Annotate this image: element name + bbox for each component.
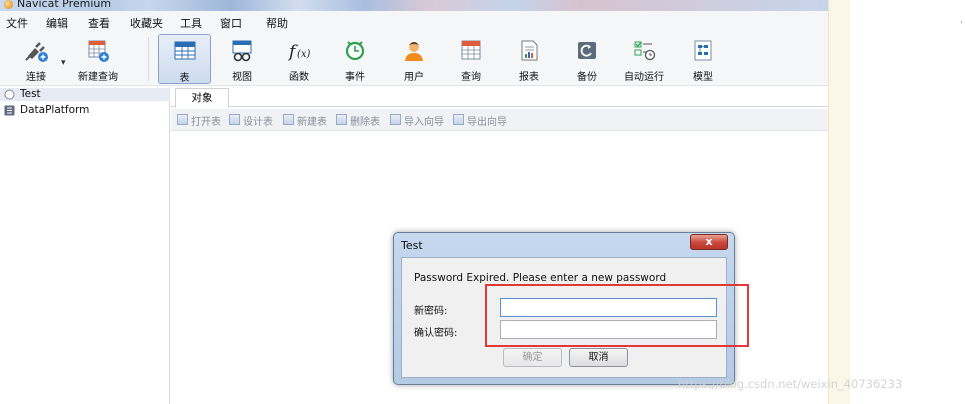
toolbar-query-button[interactable]: 查询 [447, 34, 495, 84]
navicat-logo-icon [4, 0, 13, 9]
menu-window[interactable]: 窗口 [220, 15, 242, 31]
ok-button[interactable]: 确定 [503, 348, 562, 367]
toolbar-table-button[interactable]: 表 [158, 34, 211, 84]
database-icon [4, 105, 15, 116]
import-wizard-icon [390, 114, 401, 125]
delete-table-label: 删除表 [350, 117, 380, 128]
toolbar-new-query-button[interactable]: 新建查询 [74, 34, 122, 84]
tree-item-label: DataPlatform [20, 104, 90, 116]
dialog-title: Test [401, 239, 423, 252]
toolbar-schedule-button[interactable]: 自动运行 [620, 34, 668, 84]
background-area [850, 0, 965, 404]
toolbar-connect-label: 连接 [26, 72, 46, 83]
menu-file[interactable]: 文件 [6, 15, 28, 31]
toolbar-model-label: 模型 [693, 72, 713, 83]
model-icon [694, 40, 712, 61]
password-expired-dialog: Test x Password Expired. Please enter a … [393, 232, 735, 385]
plug-icon [25, 42, 48, 62]
query-icon [461, 40, 481, 60]
toolbar-function-button[interactable]: f (x) 函数 [275, 34, 323, 84]
new-table-label: 新建表 [297, 117, 327, 128]
toolbar-schedule-label: 自动运行 [624, 72, 664, 83]
background-strip [828, 0, 850, 404]
toolbar-backup-button[interactable]: 备份 [563, 34, 611, 84]
tree-item-test[interactable]: Test [0, 88, 170, 101]
toolbar-event-button[interactable]: 事件 [331, 34, 379, 84]
connection-icon [4, 89, 15, 100]
toolbar-user-label: 用户 [404, 72, 424, 83]
cancel-button[interactable]: 取消 [569, 348, 628, 367]
new-password-input[interactable] [500, 298, 717, 317]
connection-tree: Test DataPlatform [0, 87, 170, 404]
schedule-icon [634, 41, 656, 61]
dialog-body: Password Expired. Please enter a new pas… [401, 257, 727, 378]
confirm-password-label: 确认密码: [414, 328, 458, 339]
open-table-label: 打开表 [191, 117, 221, 128]
toolbar-user-button[interactable]: 用户 [390, 34, 438, 84]
design-table-icon [229, 114, 240, 125]
new-query-icon [88, 40, 109, 62]
menu-bar: 文件 编辑 查看 收藏夹 工具 窗口 帮助 [0, 11, 828, 31]
tree-item-dataplatform[interactable]: DataPlatform [0, 104, 170, 117]
menu-view[interactable]: 查看 [88, 15, 110, 31]
object-action-bar: 打开表 设计表 新建表 删除表 导入向导 导出向导 [171, 109, 828, 131]
menu-edit[interactable]: 编辑 [46, 15, 68, 31]
report-icon [521, 40, 538, 61]
user-icon [405, 42, 423, 61]
toolbar-event-label: 事件 [345, 72, 365, 83]
export-wizard-label: 导出向导 [467, 117, 507, 128]
toolbar-backup-label: 备份 [577, 72, 597, 83]
toolbar-separator [148, 37, 149, 81]
menu-help[interactable]: 帮助 [266, 15, 288, 31]
new-table-icon [283, 114, 294, 125]
open-table-icon [177, 114, 188, 125]
toolbar-table-label: 表 [179, 73, 190, 84]
import-wizard-label: 导入向导 [404, 117, 444, 128]
toolbar-view-button[interactable]: 视图 [218, 34, 266, 84]
toolbar-new-query-label: 新建查询 [78, 72, 118, 83]
toolbar-view-label: 视图 [232, 72, 252, 83]
clock-icon [345, 41, 365, 61]
design-table-label: 设计表 [243, 117, 273, 128]
toolbar-connect-button[interactable]: 连接 [12, 34, 60, 84]
tab-objects[interactable]: 对象 [175, 88, 229, 108]
toolbar-report-button[interactable]: 报表 [505, 34, 553, 84]
dialog-close-button[interactable]: x [690, 234, 728, 250]
new-password-label: 新密码: [414, 306, 448, 317]
view-icon [232, 40, 252, 62]
connect-dropdown-icon[interactable]: ▾ [61, 58, 66, 68]
delete-table-icon [336, 114, 347, 125]
toolbar-model-button[interactable]: 模型 [679, 34, 727, 84]
menu-tools[interactable]: 工具 [180, 15, 202, 31]
close-icon: x [705, 235, 713, 248]
backup-icon [578, 42, 596, 59]
dialog-message: Password Expired. Please enter a new pas… [414, 272, 667, 284]
menu-favorites[interactable]: 收藏夹 [130, 15, 163, 31]
toolbar-function-label: 函数 [289, 72, 309, 83]
window-title: Navicat Premium [17, 0, 112, 10]
table-icon [174, 41, 195, 60]
title-bar: Navicat Premium [0, 0, 828, 11]
function-icon: f (x) [287, 42, 311, 62]
object-tab-bar: 对象 [171, 87, 828, 108]
svg-text:(x): (x) [297, 49, 311, 60]
toolbar-query-label: 查询 [461, 72, 481, 83]
tree-item-label: Test [20, 88, 41, 100]
export-wizard-icon [453, 114, 464, 125]
watermark-text: https://blog.csdn.net/weixin_40736233 [678, 377, 903, 391]
toolbar-report-label: 报表 [519, 72, 539, 83]
background-dot: · [960, 18, 963, 28]
main-toolbar: 连接 ▾ 新建查询 表 视图 f (x) 函数 事件 用户 查询 报表 备份 自… [0, 31, 828, 86]
confirm-password-input[interactable] [500, 320, 717, 339]
